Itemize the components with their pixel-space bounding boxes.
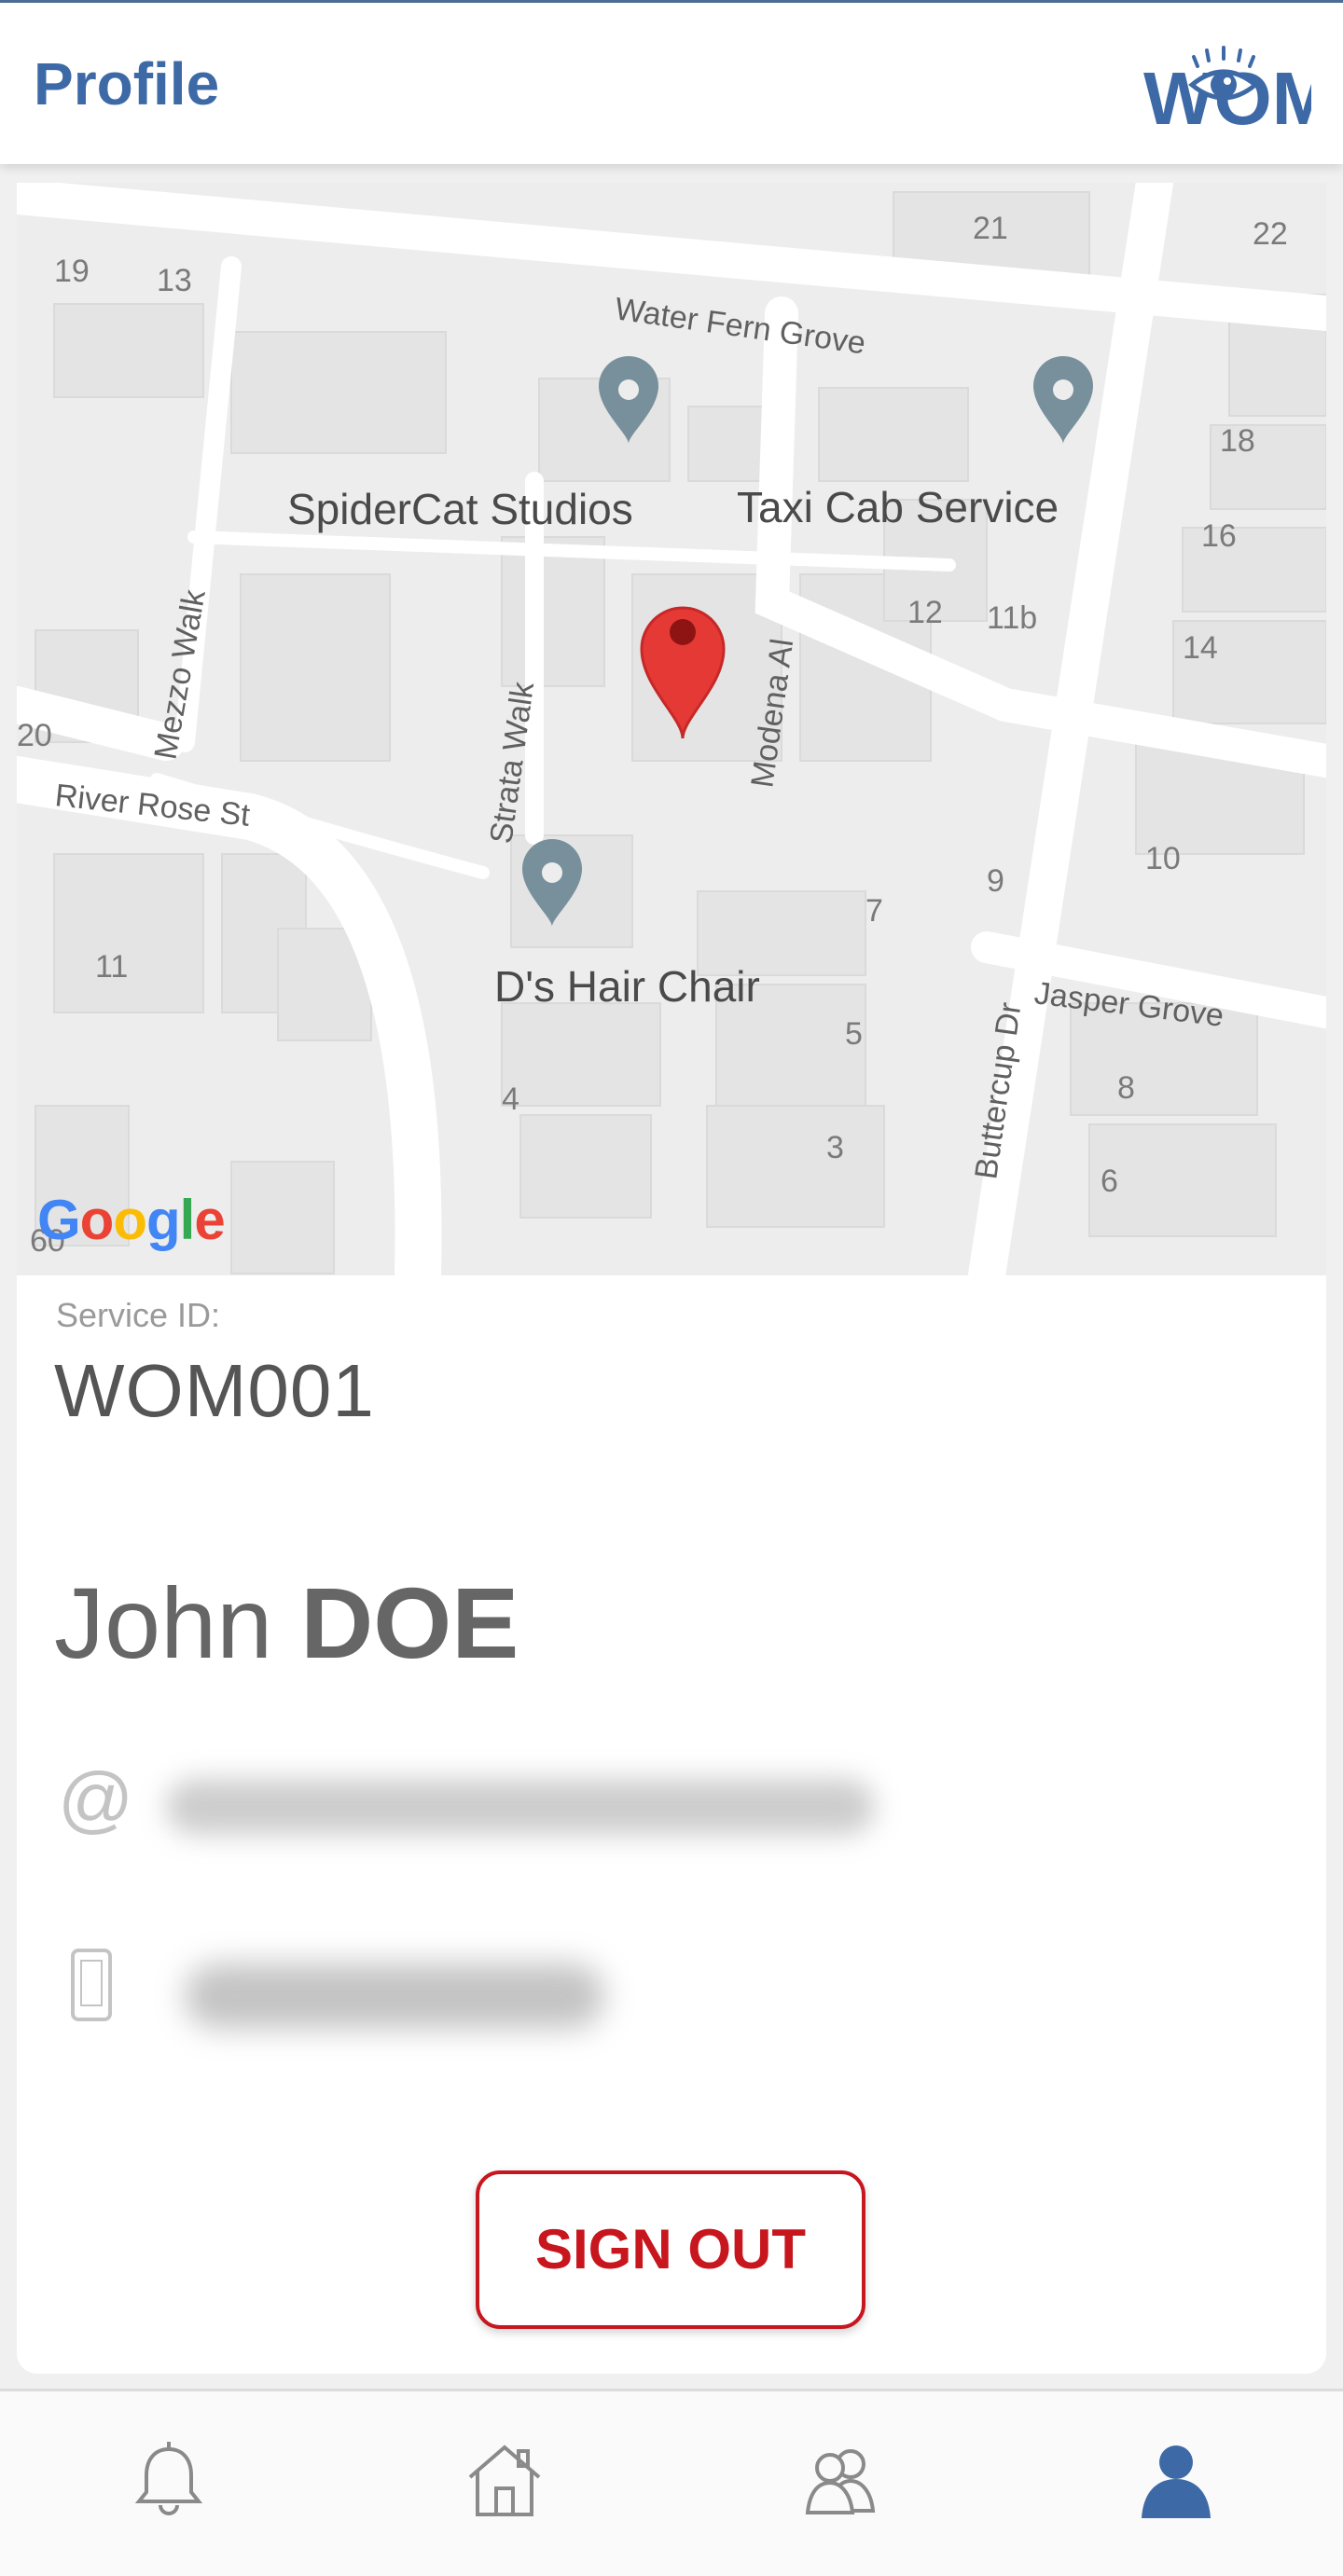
tab-notifications[interactable] [127, 2438, 211, 2522]
home-icon [468, 2445, 541, 2516]
poi-label: SpiderCat Studios [287, 485, 633, 533]
house-number: 6 [1101, 1164, 1118, 1199]
tab-home[interactable] [463, 2438, 547, 2522]
house-number: 7 [865, 893, 883, 929]
location-map[interactable]: Water Fern Grove Mezzo Walk Strata Walk … [17, 183, 1326, 1275]
tab-contacts[interactable] [798, 2438, 882, 2522]
house-number: 8 [1117, 1070, 1135, 1106]
poi-label: D's Hair Chair [494, 962, 760, 1011]
service-id-value: WOM001 [54, 1349, 375, 1432]
house-number: 21 [973, 211, 1008, 246]
house-number: 16 [1201, 518, 1237, 554]
wom-logo: WOM [1143, 38, 1334, 140]
bell-icon [134, 2442, 203, 2515]
app-header: Profile WOM [0, 0, 1343, 164]
profile-icon [1142, 2445, 1211, 2518]
contacts-icon [805, 2449, 876, 2514]
house-number: 18 [1220, 423, 1255, 459]
last-name: DOE [300, 1566, 519, 1679]
house-number: 12 [907, 595, 943, 630]
user-name: John DOE [54, 1564, 519, 1681]
house-number: 5 [845, 1016, 863, 1052]
sign-out-button[interactable]: SIGN OUT [476, 2170, 865, 2329]
house-number: 20 [17, 718, 52, 753]
page-title: Profile [34, 50, 220, 117]
phone-icon [71, 1949, 112, 2021]
profile-info: Service ID: WOM001 John DOE @ SIGN OUT [17, 1275, 1326, 2374]
bottom-tab-bar [0, 2389, 1343, 2576]
house-number: 9 [987, 863, 1004, 899]
house-number: 11 [95, 949, 128, 985]
profile-card: Water Fern Grove Mezzo Walk Strata Walk … [17, 183, 1326, 2374]
google-attribution: Google [37, 1189, 226, 1251]
house-number: 22 [1253, 216, 1288, 252]
poi-label: Taxi Cab Service [737, 483, 1059, 531]
email-value-redacted [166, 1779, 875, 1835]
house-number: 4 [502, 1081, 519, 1117]
house-number: 14 [1183, 630, 1218, 666]
house-number: 19 [54, 254, 90, 289]
house-number: 13 [157, 263, 192, 298]
house-number: 11b [987, 600, 1037, 636]
phone-value-redacted [185, 1963, 604, 2029]
email-icon: @ [58, 1757, 134, 1840]
house-number: 3 [826, 1130, 844, 1165]
first-name: John [54, 1566, 273, 1679]
house-number: 10 [1145, 841, 1181, 876]
tab-profile[interactable] [1134, 2438, 1218, 2522]
service-id-label: Service ID: [56, 1296, 221, 1334]
